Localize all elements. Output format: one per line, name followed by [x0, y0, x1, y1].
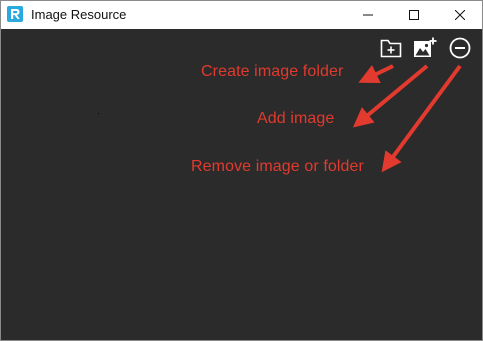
- title-bar[interactable]: Image Resource: [1, 1, 482, 29]
- create-folder-annotation: Create image folder: [201, 63, 344, 80]
- maximize-icon: [409, 10, 419, 20]
- arrow-to-image-button: [352, 64, 429, 128]
- resource-panel: Create image folder Add image Remove ima…: [1, 29, 482, 340]
- maximize-button[interactable]: [391, 1, 437, 29]
- add-image-button[interactable]: [412, 37, 438, 63]
- window-title: Image Resource: [31, 7, 127, 22]
- arrow-to-remove-button: [381, 64, 462, 173]
- minimize-button[interactable]: [345, 1, 391, 29]
- image-resource-window: Image Resource Create image folder Add i…: [0, 0, 483, 341]
- add-image-annotation: Add image: [257, 110, 335, 127]
- image-plus-icon: [413, 37, 437, 64]
- remove-annotation: Remove image or folder: [191, 158, 364, 175]
- speck: [98, 113, 99, 114]
- arrow-to-folder-button: [358, 64, 394, 84]
- remove-button[interactable]: [447, 37, 473, 63]
- folder-plus-icon: [380, 38, 402, 63]
- close-button[interactable]: [437, 1, 483, 29]
- create-folder-button[interactable]: [378, 37, 404, 63]
- r-logo-icon: [7, 6, 23, 22]
- minimize-icon: [363, 10, 373, 20]
- close-icon: [455, 10, 465, 20]
- minus-circle-icon: [449, 37, 471, 64]
